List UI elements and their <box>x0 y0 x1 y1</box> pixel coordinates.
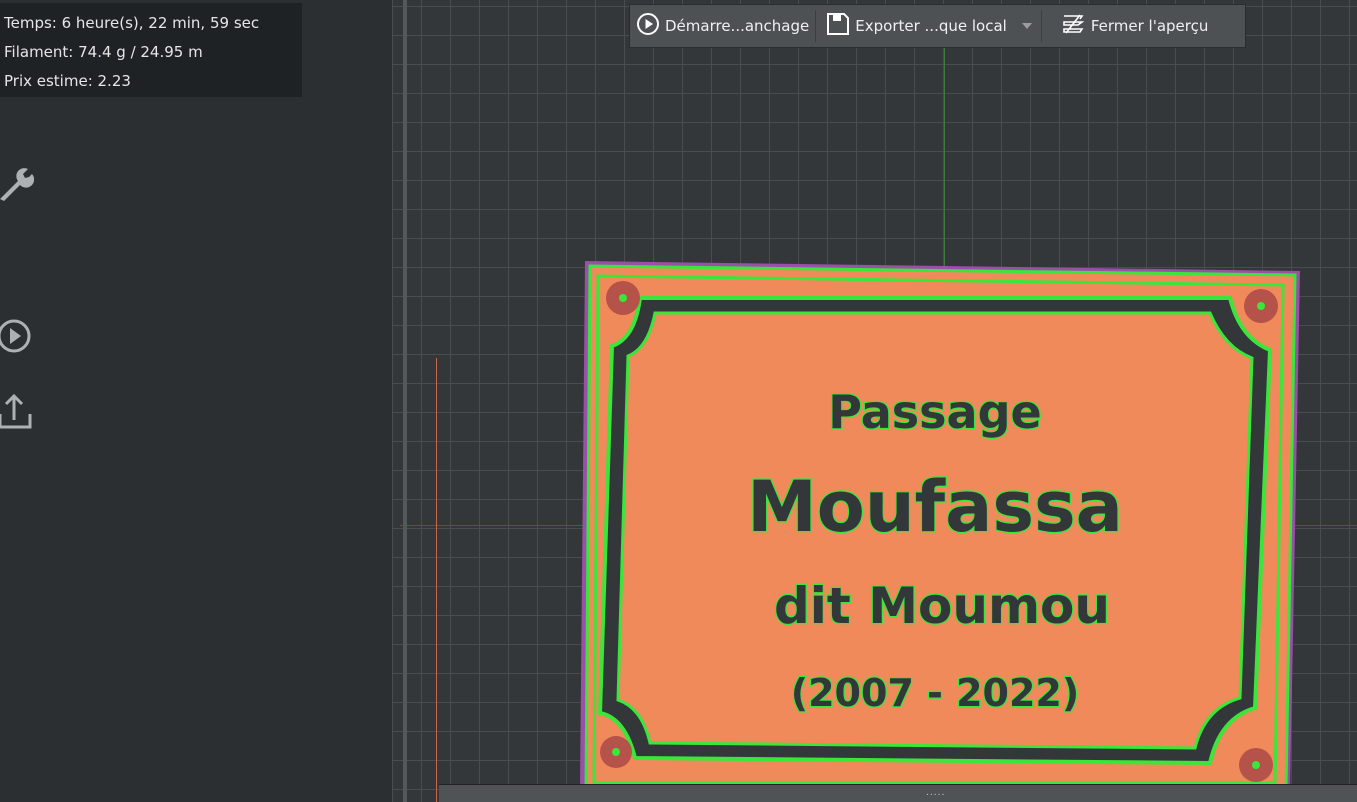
plaque-line-3: dit Moumou <box>774 577 1110 635</box>
bed-boundary-line <box>436 358 437 802</box>
play-circle-icon <box>636 12 660 40</box>
start-slicing-label: Démarre...anchage <box>665 17 810 35</box>
layers-icon <box>1060 12 1086 40</box>
preview-toolbar: Démarre...anchage Exporter ...que local … <box>629 4 1246 48</box>
resize-handle[interactable]: ..... <box>926 788 945 798</box>
upload-icon[interactable] <box>0 390 34 430</box>
export-local-button[interactable]: Exporter ...que local <box>816 5 1013 47</box>
bottom-panel: ..... <box>439 784 1357 802</box>
play-icon[interactable] <box>0 316 34 356</box>
close-preview-label: Fermer l'aperçu <box>1090 17 1209 35</box>
filament-usage: Filament: 74.4 g / 24.95 m <box>4 43 203 61</box>
left-panel <box>0 0 392 802</box>
plaque-line-1: Passage <box>828 385 1041 439</box>
sliced-plaque-model: Passage Moufassa dit Moumou (2007 - 2022… <box>580 261 1300 788</box>
export-local-label: Exporter ...que local <box>855 17 1007 35</box>
print-stats-panel: Temps: 6 heure(s), 22 min, 59 sec Filame… <box>0 3 302 97</box>
wrench-icon[interactable] <box>0 163 35 203</box>
plaque-line-4: (2007 - 2022) <box>791 671 1080 715</box>
estimated-price: Prix estime: 2.23 <box>4 72 131 90</box>
print-time: Temps: 6 heure(s), 22 min, 59 sec <box>4 14 260 32</box>
y-axis-line <box>944 48 945 278</box>
start-slicing-button[interactable]: Démarre...anchage <box>630 5 815 47</box>
bed-edge <box>403 0 407 802</box>
plaque-line-2: Moufassa <box>747 466 1123 548</box>
save-icon <box>826 12 850 40</box>
chevron-down-icon <box>1021 17 1033 35</box>
close-preview-button[interactable]: Fermer l'aperçu <box>1042 5 1215 47</box>
export-dropdown-button[interactable] <box>1013 5 1041 47</box>
